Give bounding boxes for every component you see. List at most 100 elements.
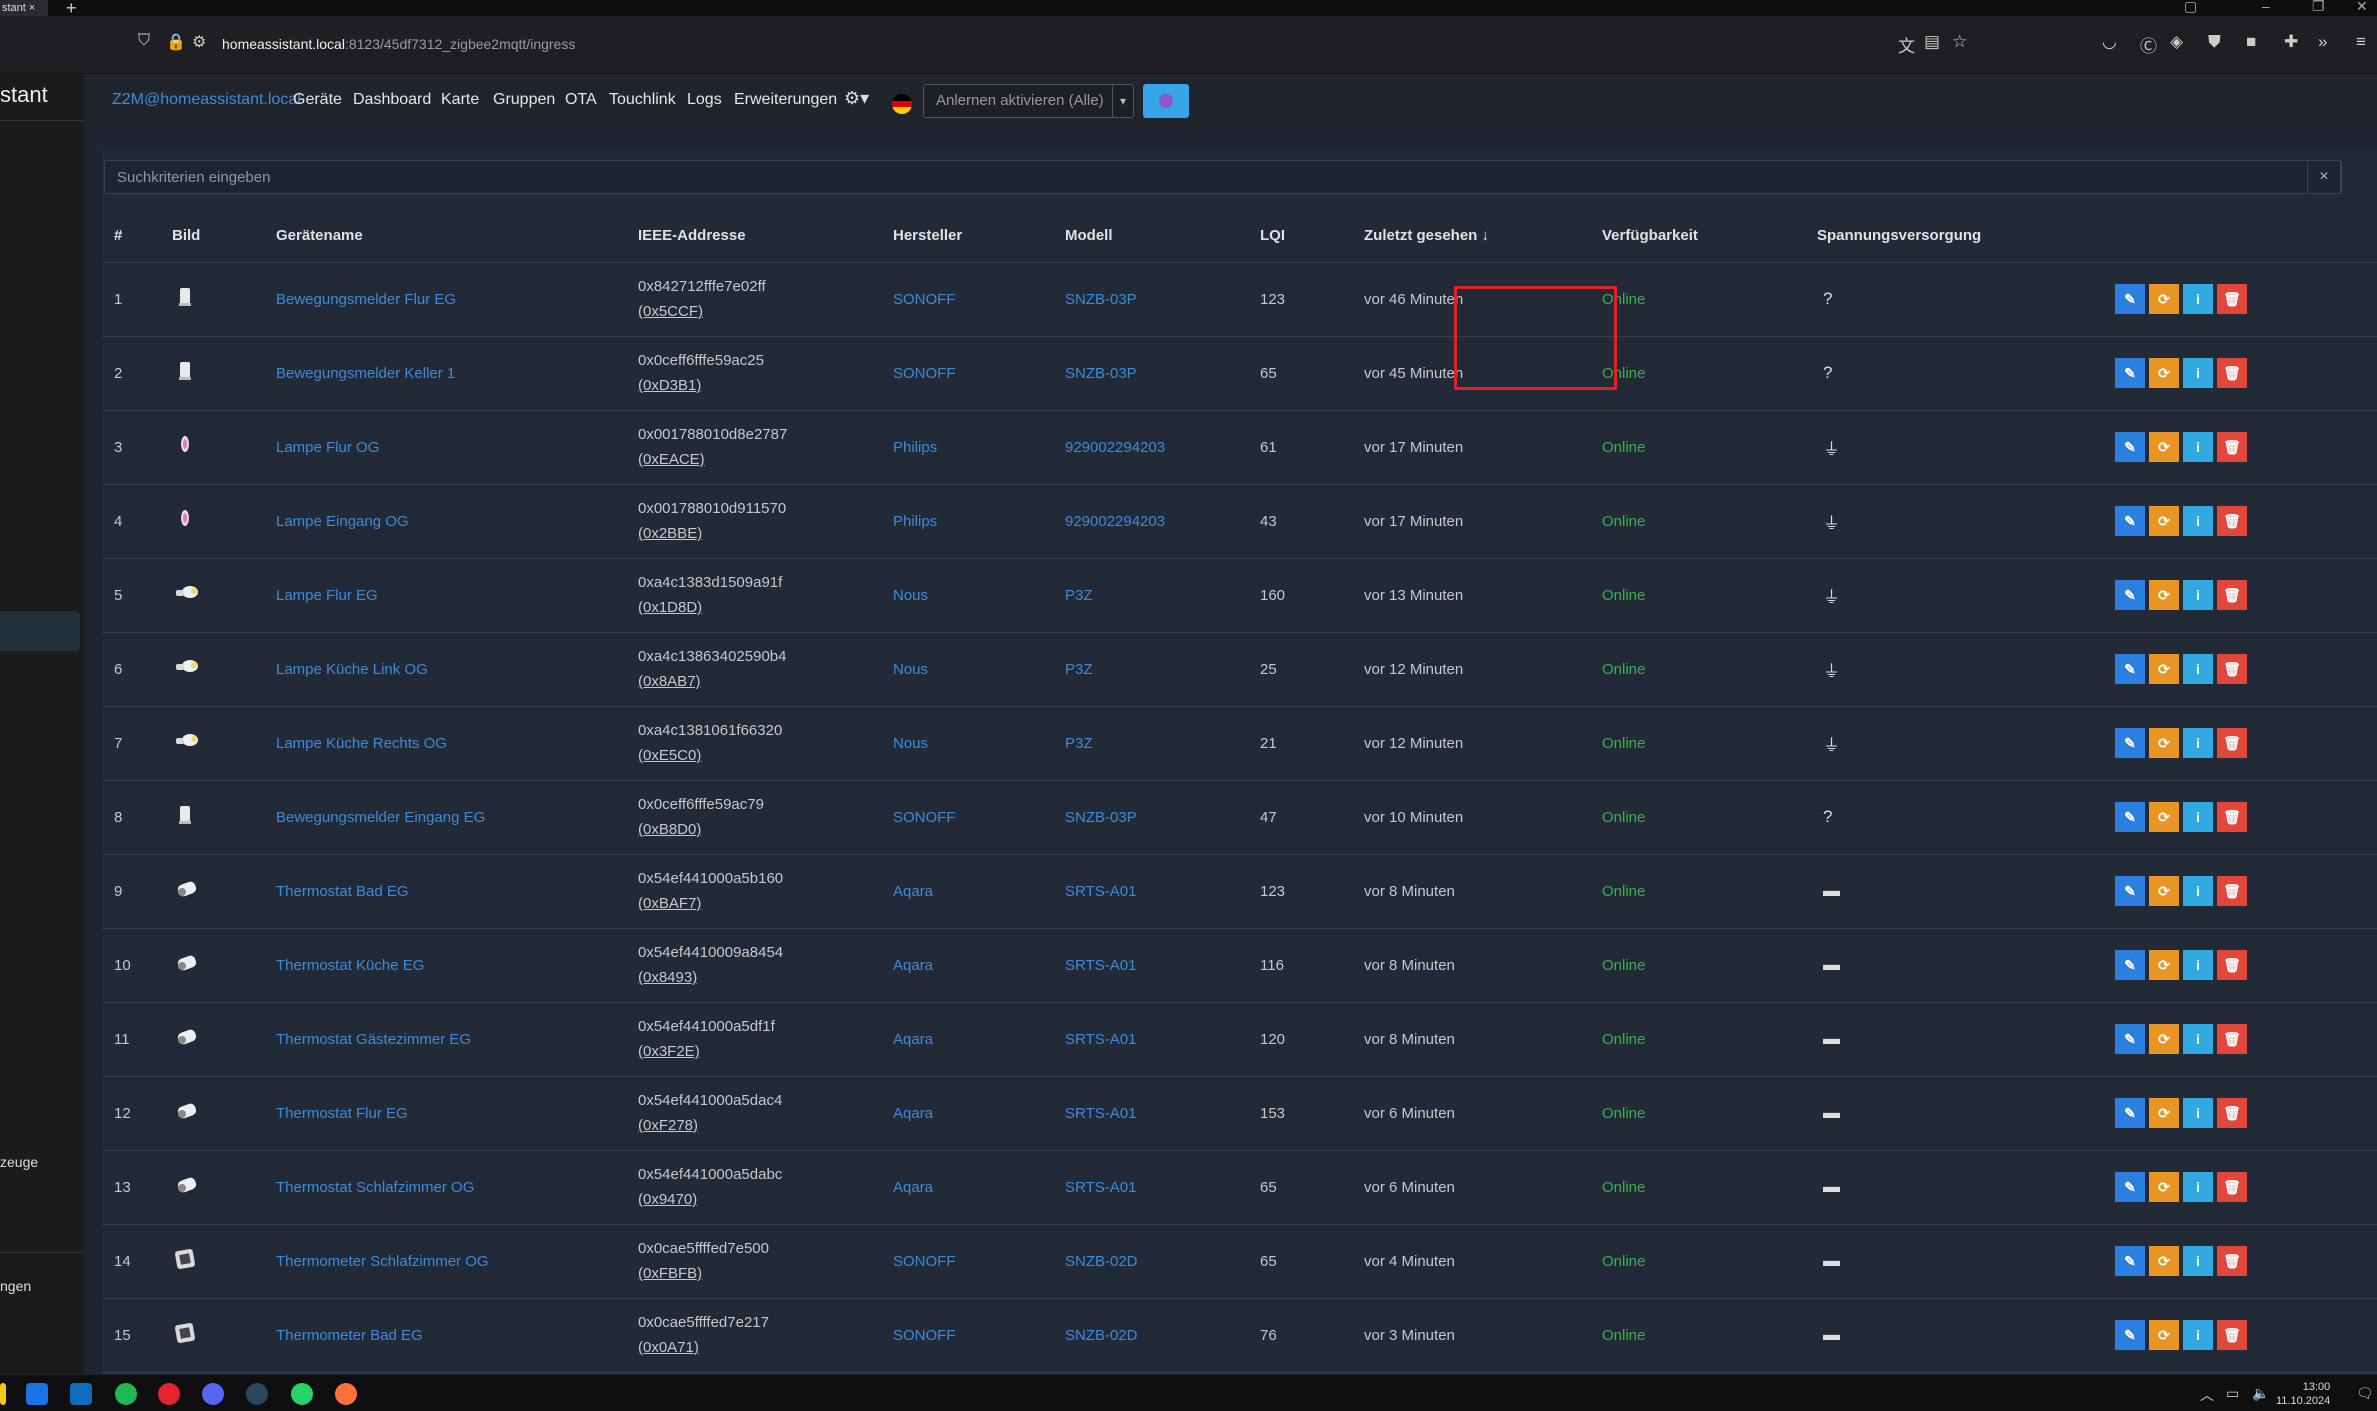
delete-button[interactable]: 🗑 bbox=[2217, 1024, 2247, 1054]
model-link[interactable]: P3Z bbox=[1065, 661, 1093, 678]
network-address[interactable]: (0xEACE) bbox=[638, 451, 705, 468]
model-link[interactable]: SNZB-02D bbox=[1065, 1327, 1138, 1344]
german-flag-icon[interactable] bbox=[892, 94, 912, 114]
model-link[interactable]: SNZB-03P bbox=[1065, 809, 1137, 826]
info-button[interactable]: i bbox=[2183, 1024, 2213, 1054]
delete-button[interactable]: 🗑 bbox=[2217, 1320, 2247, 1350]
reconfigure-button[interactable]: ⟳ bbox=[2149, 506, 2179, 536]
info-button[interactable]: i bbox=[2183, 432, 2213, 462]
extension-c-icon[interactable]: Ⓒ bbox=[2140, 32, 2157, 57]
nav-dashboard[interactable]: Dashboard bbox=[353, 91, 431, 109]
discord-icon[interactable] bbox=[202, 1383, 224, 1405]
device-name-link[interactable]: Thermostat Flur EG bbox=[276, 1105, 408, 1122]
col-index[interactable]: # bbox=[102, 210, 160, 263]
model-link[interactable]: SNZB-03P bbox=[1065, 365, 1137, 382]
vendor-link[interactable]: Nous bbox=[893, 735, 928, 752]
device-name-link[interactable]: Thermostat Bad EG bbox=[276, 883, 409, 900]
model-link[interactable]: SNZB-02D bbox=[1065, 1253, 1138, 1270]
model-link[interactable]: SNZB-03P bbox=[1065, 291, 1137, 308]
extension-icon[interactable]: ◈ bbox=[2170, 32, 2183, 52]
vendor-link[interactable]: Aqara bbox=[893, 957, 933, 974]
volume-icon[interactable]: 🔈 bbox=[2252, 1385, 2269, 1402]
nav-ota[interactable]: OTA bbox=[565, 91, 597, 109]
edit-button[interactable]: ✎ bbox=[2115, 580, 2145, 610]
sidebar-item-selected[interactable] bbox=[0, 611, 80, 651]
delete-button[interactable]: 🗑 bbox=[2217, 1098, 2247, 1128]
info-button[interactable]: i bbox=[2183, 358, 2213, 388]
lock-icon[interactable]: 🔒 bbox=[166, 32, 186, 52]
model-link[interactable]: P3Z bbox=[1065, 735, 1093, 752]
info-button[interactable]: i bbox=[2183, 876, 2213, 906]
delete-button[interactable]: 🗑 bbox=[2217, 358, 2247, 388]
maximize-icon[interactable]: ❐ bbox=[2312, 0, 2325, 15]
reconfigure-button[interactable]: ⟳ bbox=[2149, 876, 2179, 906]
vendor-link[interactable]: SONOFF bbox=[893, 809, 956, 826]
edit-button[interactable]: ✎ bbox=[2115, 654, 2145, 684]
network-address[interactable]: (0xBAF7) bbox=[638, 895, 701, 912]
col-model[interactable]: Modell bbox=[1053, 210, 1248, 263]
clock[interactable]: 13:00 11.10.2024 bbox=[2276, 1380, 2330, 1408]
edit-button[interactable]: ✎ bbox=[2115, 358, 2145, 388]
device-name-link[interactable]: Thermometer Bad EG bbox=[276, 1327, 423, 1344]
clear-search-button[interactable]: × bbox=[2307, 160, 2341, 194]
network-address[interactable]: (0x0A71) bbox=[638, 1339, 699, 1356]
vendor-link[interactable]: Aqara bbox=[893, 883, 933, 900]
info-button[interactable]: i bbox=[2183, 654, 2213, 684]
network-address[interactable]: (0xD3B1) bbox=[638, 377, 701, 394]
sidebar-item-tools[interactable]: zeuge bbox=[0, 1154, 38, 1170]
steam-icon[interactable] bbox=[246, 1383, 268, 1405]
reconfigure-button[interactable]: ⟳ bbox=[2149, 1320, 2179, 1350]
delete-button[interactable]: 🗑 bbox=[2217, 284, 2247, 314]
info-button[interactable]: i bbox=[2183, 1172, 2213, 1202]
browser-tab[interactable]: stant × bbox=[0, 0, 48, 16]
bookmark-star-icon[interactable]: ☆ bbox=[1952, 32, 1967, 52]
info-button[interactable]: i bbox=[2183, 284, 2213, 314]
extension-red-icon[interactable]: ■ bbox=[2246, 32, 2256, 52]
vendor-link[interactable]: Aqara bbox=[893, 1179, 933, 1196]
device-name-link[interactable]: Lampe Eingang OG bbox=[276, 513, 409, 530]
pocket-icon[interactable]: ◡ bbox=[2102, 32, 2117, 52]
device-name-link[interactable]: Thermostat Gästezimmer EG bbox=[276, 1031, 471, 1048]
network-icon[interactable]: ▭ bbox=[2226, 1385, 2239, 1402]
delete-button[interactable]: 🗑 bbox=[2217, 728, 2247, 758]
vendor-link[interactable]: Nous bbox=[893, 661, 928, 678]
col-last-seen[interactable]: Zuletzt gesehen ↓ bbox=[1352, 210, 1590, 263]
col-ieee[interactable]: IEEE-Addresse bbox=[626, 210, 881, 263]
info-button[interactable]: i bbox=[2183, 728, 2213, 758]
device-name-link[interactable]: Thermometer Schlafzimmer OG bbox=[276, 1253, 489, 1270]
outlook-icon[interactable] bbox=[70, 1383, 92, 1405]
reconfigure-button[interactable]: ⟳ bbox=[2149, 950, 2179, 980]
network-address[interactable]: (0x8493) bbox=[638, 969, 697, 986]
ublock-icon[interactable]: ⛊ bbox=[2208, 32, 2221, 52]
reconfigure-button[interactable]: ⟳ bbox=[2149, 1172, 2179, 1202]
delete-button[interactable]: 🗑 bbox=[2217, 654, 2247, 684]
model-link[interactable]: 929002294203 bbox=[1065, 439, 1165, 456]
device-name-link[interactable]: Thermostat Schlafzimmer OG bbox=[276, 1179, 474, 1196]
overflow-icon[interactable]: » bbox=[2318, 32, 2327, 52]
network-address[interactable]: (0xE5C0) bbox=[638, 747, 701, 764]
network-address[interactable]: (0x9470) bbox=[638, 1191, 697, 1208]
network-address[interactable]: (0xFBFB) bbox=[638, 1265, 702, 1282]
delete-button[interactable]: 🗑 bbox=[2217, 1172, 2247, 1202]
nav-extensions[interactable]: Erweiterungen bbox=[734, 91, 837, 109]
network-address[interactable]: (0x8AB7) bbox=[638, 673, 701, 690]
model-link[interactable]: P3Z bbox=[1065, 587, 1093, 604]
reconfigure-button[interactable]: ⟳ bbox=[2149, 580, 2179, 610]
edit-button[interactable]: ✎ bbox=[2115, 1024, 2145, 1054]
edit-button[interactable]: ✎ bbox=[2115, 284, 2145, 314]
info-button[interactable]: i bbox=[2183, 1246, 2213, 1276]
model-link[interactable]: SRTS-A01 bbox=[1065, 957, 1136, 974]
model-link[interactable]: SRTS-A01 bbox=[1065, 1105, 1136, 1122]
nav-touchlink[interactable]: Touchlink bbox=[609, 91, 676, 109]
network-address[interactable]: (0x5CCF) bbox=[638, 303, 703, 320]
spotify-icon[interactable] bbox=[115, 1383, 137, 1405]
theme-toggle-button[interactable] bbox=[1143, 84, 1189, 118]
whatsapp-icon[interactable] bbox=[291, 1383, 313, 1405]
edit-button[interactable]: ✎ bbox=[2115, 1098, 2145, 1128]
vendor-link[interactable]: Nous bbox=[893, 587, 928, 604]
vendor-link[interactable]: SONOFF bbox=[893, 1327, 956, 1344]
reconfigure-button[interactable]: ⟳ bbox=[2149, 802, 2179, 832]
nav-groups[interactable]: Gruppen bbox=[493, 91, 555, 109]
tasks-app-icon[interactable] bbox=[26, 1383, 48, 1405]
permit-join-button[interactable]: Anlernen aktivieren (Alle) bbox=[923, 84, 1123, 118]
